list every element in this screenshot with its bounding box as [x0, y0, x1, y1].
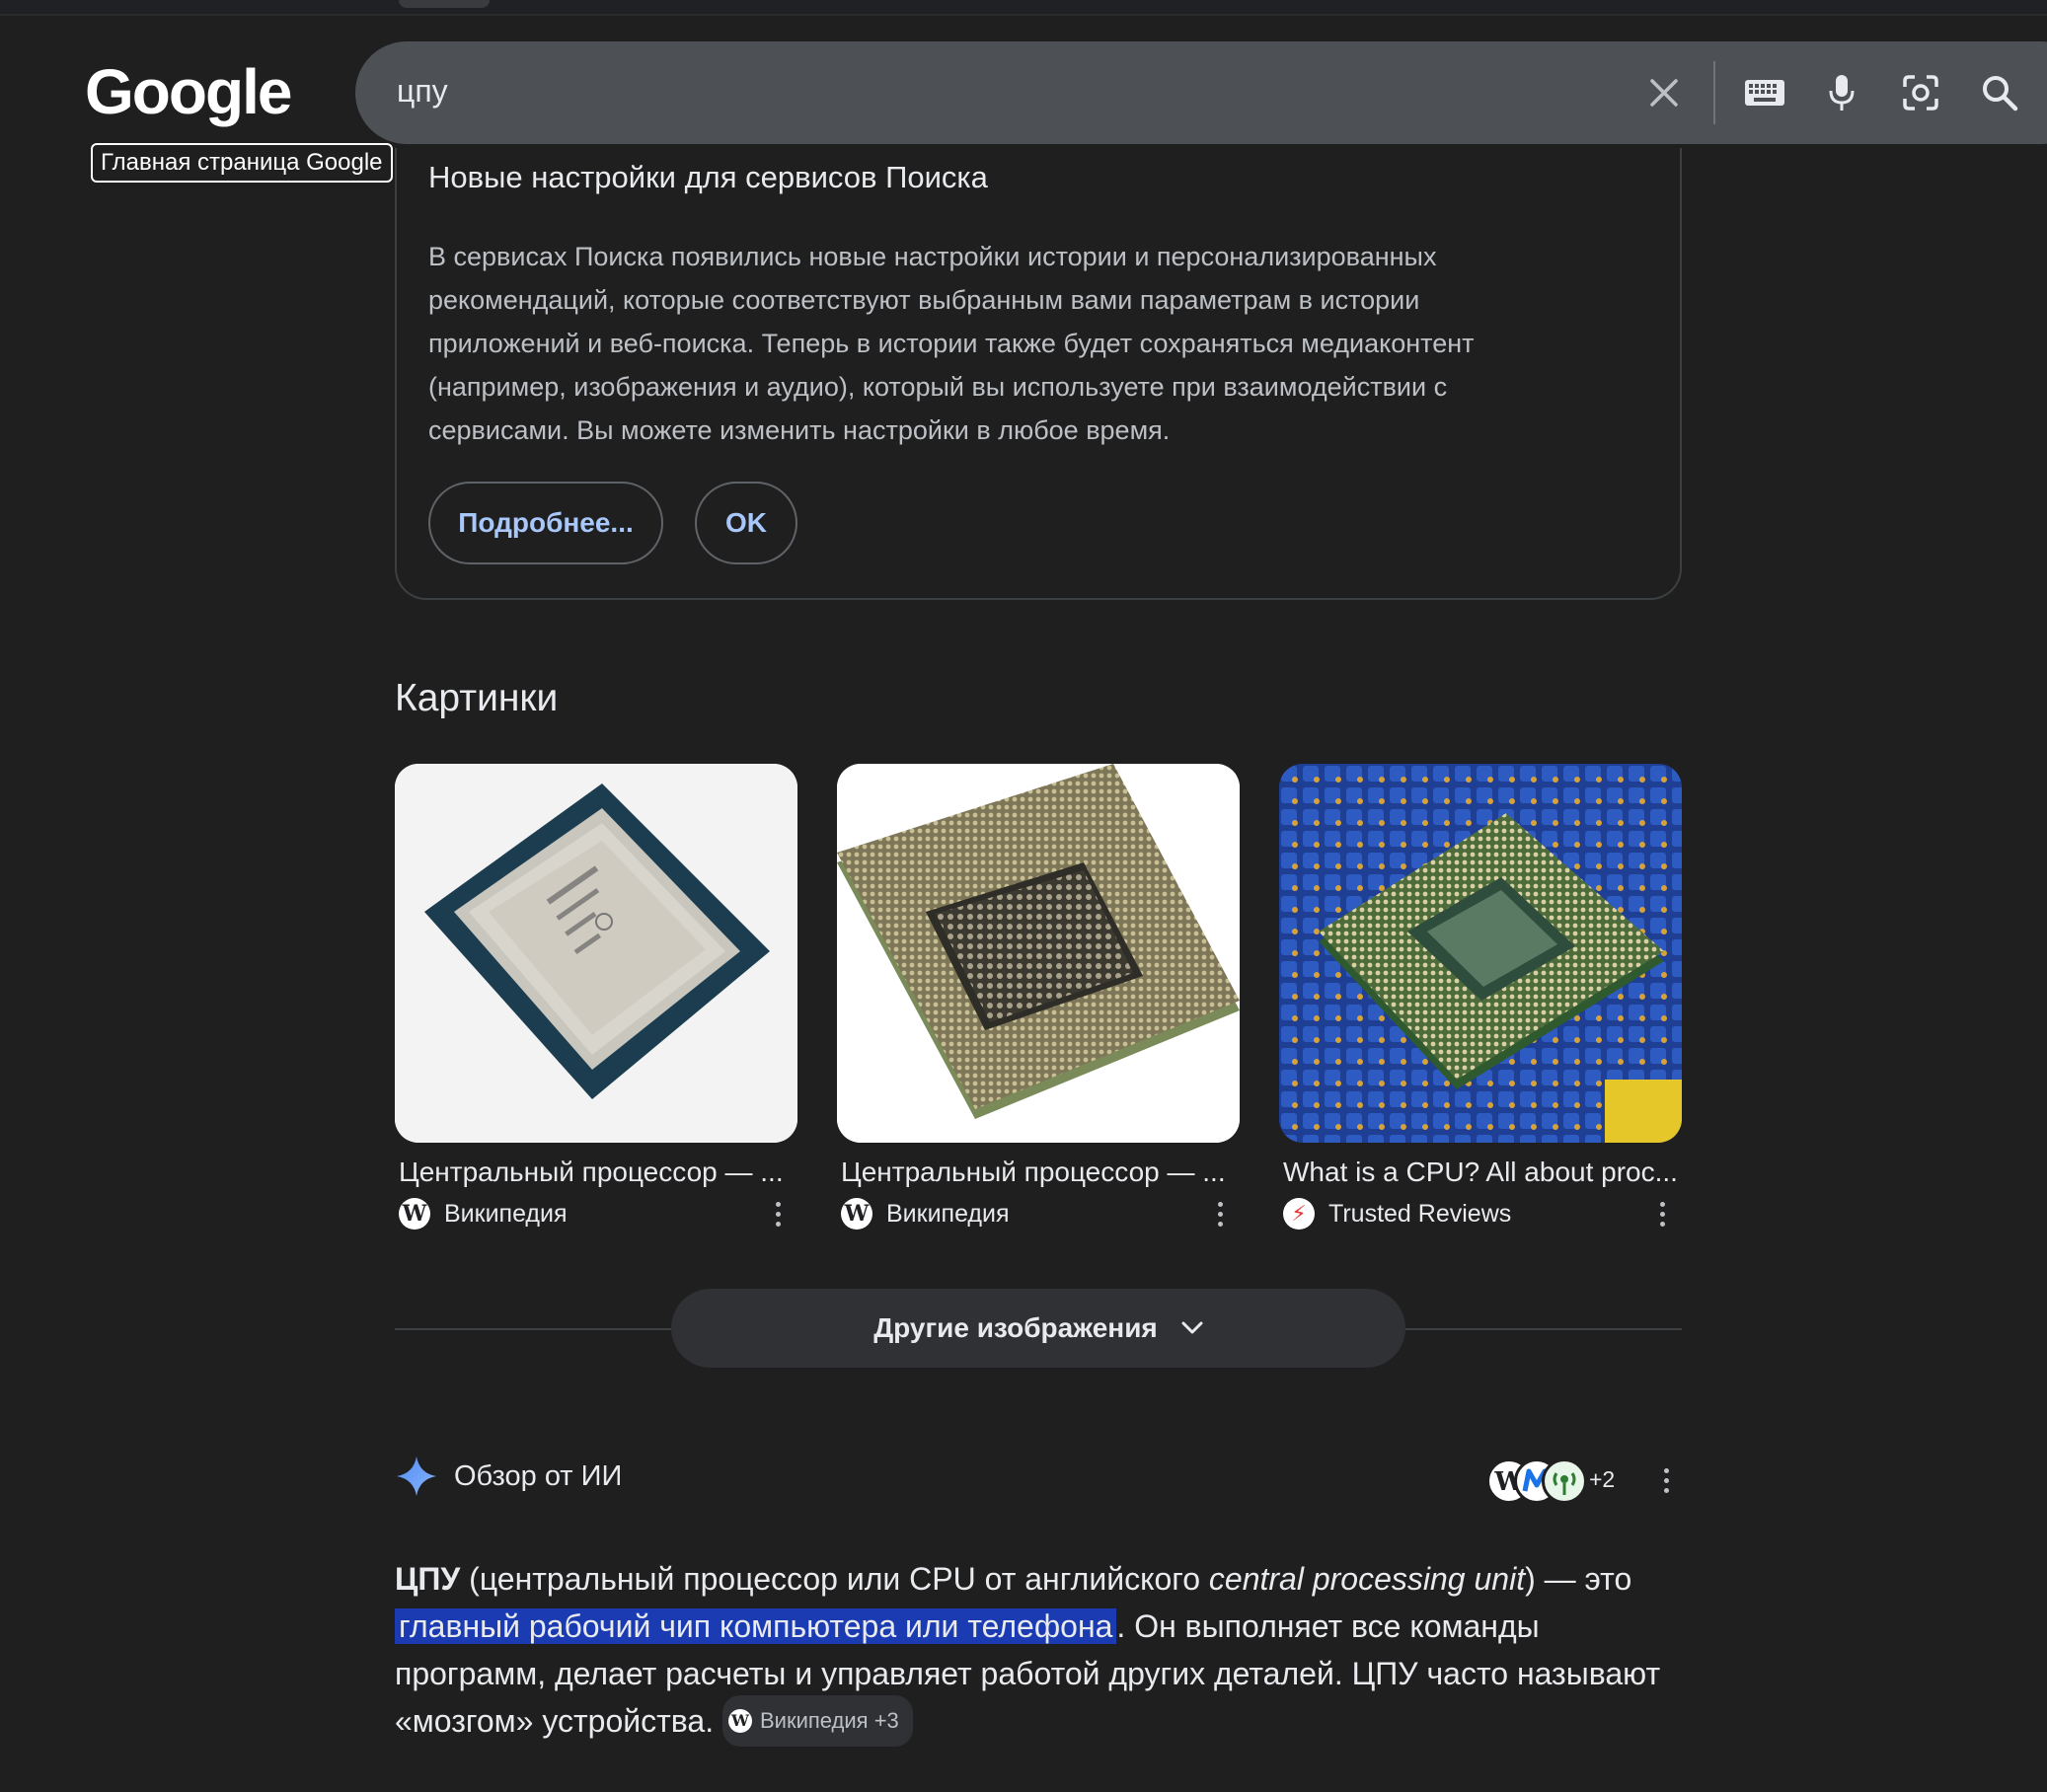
image-caption[interactable]: Центральный процессор — ...: [837, 1157, 1240, 1188]
more-options-icon[interactable]: [1650, 1198, 1674, 1230]
source-chip-label: Википедия +3: [760, 1707, 899, 1733]
more-images-label: Другие изображения: [873, 1312, 1158, 1343]
home-tooltip: Главная страница Google: [91, 143, 393, 183]
learn-more-button[interactable]: Подробнее...: [428, 482, 663, 564]
mic-icon[interactable]: [1816, 67, 1867, 118]
source-chip[interactable]: W Википедия +3: [722, 1694, 913, 1747]
ai-sources-stack[interactable]: W: [1486, 1456, 1644, 1504]
ai-text-part: (центральный процессор или CPU от англий…: [460, 1561, 1209, 1597]
notice-text: В сервисах Поиска появились новые настро…: [428, 242, 1475, 445]
search-icon[interactable]: [1974, 67, 2025, 118]
ai-text-italic: central processing unit: [1208, 1561, 1526, 1597]
source-podcast-icon: [1542, 1458, 1587, 1504]
image-source[interactable]: W Википедия: [395, 1196, 797, 1232]
image-thumbnail[interactable]: [1279, 764, 1682, 1143]
images-section-title: Картинки: [395, 677, 559, 719]
lens-icon[interactable]: [1895, 67, 1946, 118]
gemini-sparkle-icon: [397, 1456, 436, 1496]
image-result-3[interactable]: What is a CPU? All about proc... ⚡ Trust…: [1279, 764, 1682, 1232]
ai-highlight: главный рабочий чип компьютера или телеф…: [395, 1608, 1117, 1644]
trusted-reviews-icon: ⚡: [1283, 1198, 1315, 1230]
search-bar[interactable]: цпу: [355, 41, 2047, 144]
wikipedia-icon: W: [399, 1198, 430, 1230]
ai-more-options-icon[interactable]: [1654, 1464, 1678, 1496]
wikipedia-icon: W: [841, 1198, 872, 1230]
image-source-label: Википедия: [444, 1199, 568, 1228]
image-caption[interactable]: What is a CPU? All about proc...: [1279, 1157, 1682, 1188]
image-source[interactable]: W Википедия: [837, 1196, 1240, 1232]
image-result-1[interactable]: Центральный процессор — ... W Википедия: [395, 764, 797, 1232]
search-settings-notice: Новые настройки для сервисов Поиска В се…: [395, 148, 1682, 600]
image-thumbnail[interactable]: [395, 764, 797, 1143]
image-result-2[interactable]: Центральный процессор — ... W Википедия: [837, 764, 1240, 1232]
ai-overview-text: ЦПУ (центральный процессор или CPU от ан…: [395, 1555, 1698, 1750]
ai-overview-title: Обзор от ИИ: [454, 1459, 623, 1492]
close-icon[interactable]: [1638, 67, 1690, 118]
browser-tab[interactable]: [399, 0, 490, 8]
wikipedia-icon: W: [728, 1708, 752, 1733]
image-source[interactable]: ⚡ Trusted Reviews: [1279, 1196, 1682, 1232]
ai-term: ЦПУ: [395, 1561, 461, 1597]
image-caption[interactable]: Центральный процессор — ...: [395, 1157, 797, 1188]
more-options-icon[interactable]: [766, 1198, 790, 1230]
browser-top-strip: [0, 0, 2047, 16]
more-images-button[interactable]: Другие изображения: [671, 1289, 1405, 1368]
keyboard-icon[interactable]: [1739, 67, 1790, 118]
image-source-label: Trusted Reviews: [1328, 1199, 1512, 1228]
image-source-label: Википедия: [886, 1199, 1010, 1228]
ai-overview-header: Обзор от ИИ: [395, 1455, 622, 1498]
notice-title: Новые настройки для сервисов Поиска: [428, 160, 988, 194]
ai-text-part: ) — это: [1525, 1561, 1632, 1597]
google-logo[interactable]: Google: [85, 55, 292, 128]
image-thumbnail[interactable]: [837, 764, 1240, 1143]
chevron-down-icon: [1181, 1321, 1203, 1334]
searchbar-divider: [1713, 61, 1715, 124]
ok-button[interactable]: OK: [695, 482, 797, 564]
ai-sources-count[interactable]: +2: [1589, 1466, 1615, 1493]
search-input[interactable]: цпу: [397, 73, 448, 110]
more-options-icon[interactable]: [1208, 1198, 1232, 1230]
